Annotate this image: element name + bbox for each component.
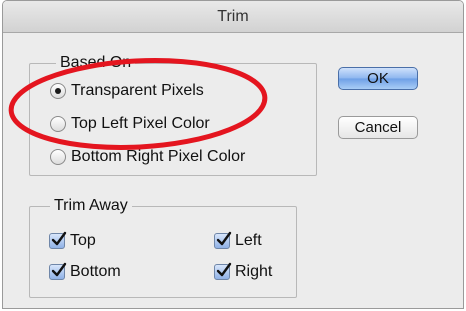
cancel-button[interactable]: Cancel	[338, 116, 418, 139]
checkbox-label: Right	[235, 263, 273, 280]
based-on-legend: Based On	[56, 54, 136, 72]
radio-transparent-pixels[interactable]: Transparent Pixels	[50, 82, 204, 100]
radio-label: Bottom Right Pixel Color	[71, 148, 246, 165]
checkbox-label: Left	[235, 232, 262, 249]
radio-top-left-pixel-color[interactable]: Top Left Pixel Color	[50, 115, 210, 133]
ok-button[interactable]: OK	[338, 67, 418, 90]
trim-away-legend: Trim Away	[50, 197, 132, 215]
checkbox-bottom[interactable]: Bottom	[49, 262, 121, 281]
radio-button-icon[interactable]	[50, 116, 66, 132]
checkmark-icon[interactable]	[214, 262, 232, 280]
radio-button-icon[interactable]	[50, 149, 66, 165]
checkmark-icon[interactable]	[49, 262, 67, 280]
radio-label: Top Left Pixel Color	[71, 115, 210, 132]
checkbox-label: Top	[70, 232, 96, 249]
radio-bottom-right-pixel-color[interactable]: Bottom Right Pixel Color	[50, 148, 245, 166]
checkbox-label: Bottom	[70, 263, 121, 280]
radio-label: Transparent Pixels	[71, 82, 204, 99]
dialog-title: Trim	[3, 1, 463, 33]
checkbox-left[interactable]: Left	[214, 231, 262, 250]
trim-dialog: Trim Based On Transparent Pixels Top Lef…	[2, 0, 464, 309]
checkmark-icon[interactable]	[214, 231, 232, 249]
checkbox-top[interactable]: Top	[49, 231, 96, 250]
checkmark-icon[interactable]	[49, 231, 67, 249]
checkbox-right[interactable]: Right	[214, 262, 273, 281]
trim-away-group: Trim Away	[29, 197, 297, 298]
radio-button-icon[interactable]	[50, 83, 66, 99]
